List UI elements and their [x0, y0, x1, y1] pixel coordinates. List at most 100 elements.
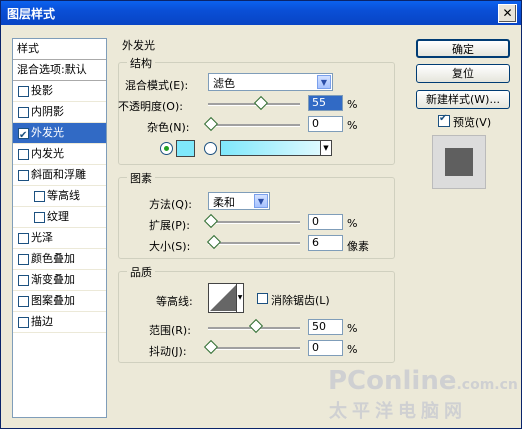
technique-value: 柔和: [213, 196, 235, 209]
opacity-label: 不透明度(O):: [118, 100, 183, 113]
sidebar-item-contour[interactable]: 等高线: [13, 186, 106, 207]
sidebar-item-label: 渐变叠加: [31, 273, 75, 286]
color-overlay-checkbox[interactable]: [18, 254, 29, 265]
contour-checkbox[interactable]: [34, 191, 45, 202]
layer-style-dialog: 图层样式 ✕ 样式 混合选项:默认 投影 内阴影 ✔ 外发光 内发光 斜面和浮雕 …: [0, 0, 522, 429]
spread-percent: %: [347, 217, 358, 230]
sidebar-item-label: 颜色叠加: [31, 252, 75, 265]
contour-picker[interactable]: ▼: [208, 283, 244, 313]
sidebar-item-label: 内阴影: [31, 105, 64, 118]
spread-value: 0: [312, 215, 319, 228]
jitter-percent: %: [347, 343, 358, 356]
size-input[interactable]: 6: [308, 235, 343, 251]
sidebar-item-label: 投影: [31, 84, 53, 97]
jitter-input[interactable]: 0: [308, 340, 343, 356]
sidebar-item-label: 纹理: [47, 210, 69, 223]
technique-label: 方法(Q):: [149, 198, 192, 211]
jitter-value: 0: [312, 341, 319, 354]
title-bar[interactable]: 图层样式 ✕: [1, 1, 521, 25]
preview-thumbnail: [432, 135, 486, 189]
chevron-down-icon: ▼: [317, 75, 331, 89]
sidebar-item-drop-shadow[interactable]: 投影: [13, 81, 106, 102]
spread-slider-track[interactable]: [208, 221, 300, 224]
elements-title: 图素: [127, 170, 155, 186]
pattern-overlay-checkbox[interactable]: [18, 296, 29, 307]
size-unit: 像素: [347, 240, 369, 253]
sidebar-item-label: 斜面和浮雕: [31, 168, 86, 181]
size-slider-track[interactable]: [208, 242, 300, 245]
reset-button[interactable]: 复位: [416, 64, 510, 83]
outer-glow-checkbox[interactable]: ✔: [18, 128, 29, 141]
preview-checkbox[interactable]: ✔: [438, 113, 450, 127]
glow-gradient-picker[interactable]: ▼: [220, 140, 332, 156]
close-icon[interactable]: ✕: [498, 4, 517, 23]
stroke-checkbox[interactable]: [18, 317, 29, 328]
sidebar-item-satin[interactable]: 光泽: [13, 228, 106, 249]
gradient-overlay-checkbox[interactable]: [18, 275, 29, 286]
glow-color-swatch[interactable]: [176, 140, 195, 157]
sidebar-item-outer-glow[interactable]: ✔ 外发光: [13, 123, 106, 144]
blend-mode-label: 混合模式(E):: [125, 79, 189, 92]
chevron-down-icon: ▼: [254, 194, 268, 208]
sidebar-item-texture[interactable]: 纹理: [13, 207, 106, 228]
chevron-down-icon: ▼: [320, 141, 331, 155]
opacity-input[interactable]: 55: [308, 95, 343, 111]
technique-select[interactable]: 柔和 ▼: [208, 192, 270, 210]
blending-options-item[interactable]: 混合选项:默认: [13, 60, 106, 81]
solid-color-radio[interactable]: [160, 142, 173, 155]
noise-input[interactable]: 0: [308, 116, 343, 132]
checkmark-icon: ✔: [19, 130, 28, 141]
bevel-emboss-checkbox[interactable]: [18, 170, 29, 181]
antialias-checkbox[interactable]: [257, 293, 268, 304]
style-list-header[interactable]: 样式: [13, 39, 106, 60]
range-input[interactable]: 50: [308, 319, 343, 335]
jitter-label: 抖动(J):: [149, 345, 187, 358]
sidebar-item-pattern-overlay[interactable]: 图案叠加: [13, 291, 106, 312]
watermark-domain: .com.cn: [456, 377, 518, 393]
spread-label: 扩展(P):: [149, 219, 190, 232]
ok-button[interactable]: 确定: [416, 39, 510, 58]
watermark-logo: PConline.com.cn: [328, 366, 518, 396]
texture-checkbox[interactable]: [34, 212, 45, 223]
sidebar-item-bevel-emboss[interactable]: 斜面和浮雕: [13, 165, 106, 186]
preview-label: 预览(V): [453, 116, 492, 129]
new-style-button[interactable]: 新建样式(W)...: [416, 90, 510, 109]
range-value: 50: [312, 320, 326, 333]
chevron-down-icon: ▼: [236, 284, 243, 312]
noise-value: 0: [312, 117, 319, 130]
watermark-brand: PConline: [328, 366, 457, 396]
sidebar-item-label: 图案叠加: [31, 294, 75, 307]
noise-slider-track[interactable]: [208, 124, 300, 127]
preview-square: [445, 148, 473, 176]
sidebar-item-stroke[interactable]: 描边: [13, 312, 106, 333]
opacity-percent: %: [347, 98, 358, 111]
antialias-label: 消除锯齿(L): [271, 294, 330, 307]
sidebar-item-label: 光泽: [31, 231, 53, 244]
sidebar-item-gradient-overlay[interactable]: 渐变叠加: [13, 270, 106, 291]
blending-options-label: 混合选项:默认: [17, 63, 87, 76]
sidebar-item-label: 内发光: [31, 147, 64, 160]
range-percent: %: [347, 322, 358, 335]
opacity-value: 55: [312, 96, 326, 109]
spread-input[interactable]: 0: [308, 214, 343, 230]
noise-percent: %: [347, 119, 358, 132]
contour-preview-icon: [210, 285, 236, 311]
sidebar-item-inner-shadow[interactable]: 内阴影: [13, 102, 106, 123]
inner-shadow-checkbox[interactable]: [18, 107, 29, 118]
sidebar-item-inner-glow[interactable]: 内发光: [13, 144, 106, 165]
style-list-header-label: 样式: [17, 42, 39, 55]
structure-title: 结构: [127, 55, 155, 71]
window-title: 图层样式: [7, 7, 56, 21]
checkmark-icon: ✔: [439, 113, 448, 124]
jitter-slider-track[interactable]: [208, 347, 300, 350]
blend-mode-value: 滤色: [213, 77, 235, 90]
inner-glow-checkbox[interactable]: [18, 149, 29, 160]
sidebar-item-color-overlay[interactable]: 颜色叠加: [13, 249, 106, 270]
blend-mode-select[interactable]: 滤色 ▼: [208, 73, 333, 91]
panel-title: 外发光: [119, 37, 158, 53]
gradient-radio[interactable]: [204, 142, 217, 155]
drop-shadow-checkbox[interactable]: [18, 86, 29, 97]
radio-dot: [164, 146, 169, 151]
satin-checkbox[interactable]: [18, 233, 29, 244]
contour-label: 等高线:: [156, 295, 193, 308]
